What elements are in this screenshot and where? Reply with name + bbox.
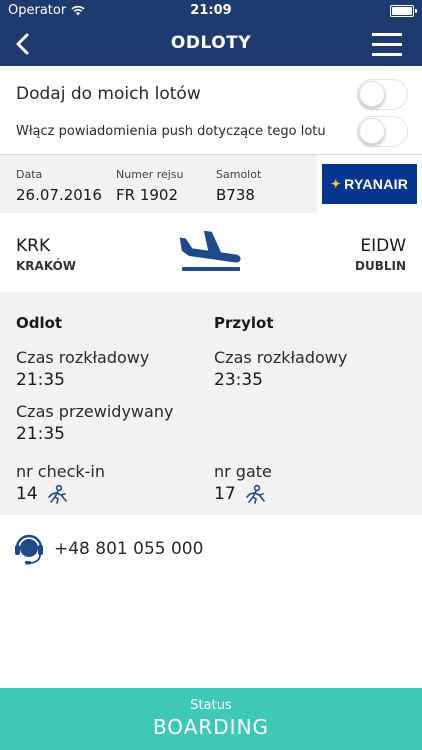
- status-label: Status: [190, 698, 232, 713]
- contact-row[interactable]: +48 801 055 000: [0, 516, 422, 582]
- harp-icon: ✦: [330, 177, 342, 191]
- airline-logo: ✦ RYANAIR: [322, 164, 417, 204]
- route-section: KRK KRAKÓW EIDW DUBLIN: [0, 214, 422, 292]
- destination-code: EIDW: [360, 236, 406, 256]
- toggle-section: Dodaj do moich lotów Włącz powiadomienia…: [0, 66, 422, 154]
- aircraft-value: B738: [216, 186, 255, 204]
- walking-person-icon: [47, 484, 67, 504]
- add-to-my-flights-toggle[interactable]: [357, 78, 408, 110]
- departure-scheduled-time: 21:35: [16, 370, 65, 390]
- add-to-my-flights-row: Dodaj do moich lotów: [0, 76, 422, 112]
- date-field: Data 26.07.2016: [16, 168, 102, 204]
- destination: EIDW DUBLIN: [355, 236, 406, 273]
- checkin-row: 14: [16, 484, 68, 504]
- flight-status-bar[interactable]: Status BOARDING: [0, 688, 422, 750]
- battery-icon: [390, 5, 417, 17]
- airline-logo-box: ✦ RYANAIR: [317, 155, 422, 213]
- push-notifications-label: Włącz powiadomienia push dotyczące tego …: [16, 123, 326, 139]
- gate-row: 17: [214, 484, 266, 504]
- aircraft-label: Samolot: [216, 168, 262, 181]
- date-label: Data: [16, 168, 43, 181]
- push-notifications-row: Włącz powiadomienia push dotyczące tego …: [0, 114, 422, 148]
- gate-label: nr gate: [214, 462, 272, 481]
- status-bar: Operator 21:09: [0, 0, 422, 22]
- flight-number-value: FR 1902: [116, 186, 178, 204]
- airline-logo-text: RYANAIR: [344, 176, 409, 192]
- departure-header: Odlot: [16, 314, 63, 332]
- departure-expected-label: Czas przewidywany: [16, 402, 174, 421]
- destination-city: DUBLIN: [354, 259, 406, 273]
- flight-info-bar: Data 26.07.2016 Numer rejsu FR 1902 Samo…: [0, 155, 422, 213]
- origin: KRK KRAKÓW: [16, 236, 76, 273]
- aircraft-field: Samolot B738: [216, 168, 261, 204]
- phone-number[interactable]: +48 801 055 000: [54, 539, 203, 559]
- arrival-scheduled-time: 23:35: [214, 370, 263, 390]
- arrival-scheduled-label: Czas rozkładowy: [214, 348, 348, 367]
- departure-expected-time: 21:35: [16, 424, 65, 444]
- checkin-value: 14: [16, 484, 38, 504]
- arrival-header: Przylot: [214, 314, 274, 332]
- status-value: BOARDING: [152, 715, 270, 739]
- departure-plane-icon: [179, 230, 241, 271]
- push-notifications-toggle[interactable]: [357, 115, 408, 147]
- walking-person-icon: [245, 484, 265, 504]
- gate-value: 17: [214, 484, 236, 504]
- departure-scheduled-label: Czas rozkładowy: [16, 348, 150, 367]
- origin-city: KRAKÓW: [16, 259, 77, 273]
- flight-number-field: Numer rejsu FR 1902: [116, 168, 184, 204]
- times-section: Odlot Czas rozkładowy 21:35 Czas przewid…: [0, 292, 422, 515]
- page-title: ODLOTY: [170, 33, 252, 53]
- origin-code: KRK: [16, 236, 51, 256]
- hamburger-menu-icon[interactable]: [372, 31, 402, 57]
- date-value: 26.07.2016: [16, 186, 102, 204]
- flight-number-label: Numer rejsu: [116, 168, 184, 181]
- add-to-my-flights-label: Dodaj do moich lotów: [16, 84, 201, 104]
- checkin-label: nr check-in: [16, 462, 106, 481]
- nav-bar: ODLOTY: [0, 22, 422, 66]
- clock: 21:09: [190, 3, 232, 18]
- headset-icon: [15, 534, 43, 565]
